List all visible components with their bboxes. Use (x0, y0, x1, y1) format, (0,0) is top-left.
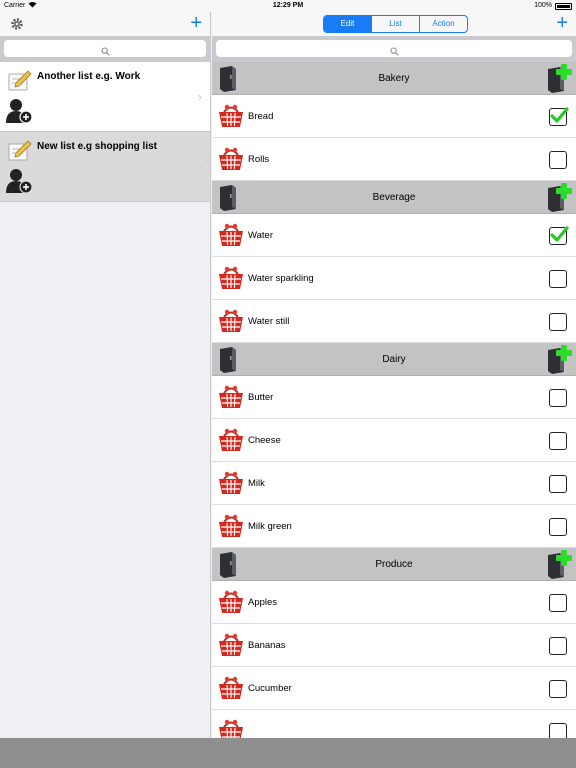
mode-segmented-control: Edit List Action (323, 15, 468, 33)
basket-icon (218, 222, 244, 248)
list-item[interactable]: Another list e.g. Work › (0, 62, 210, 132)
section-header: Dairy (212, 343, 576, 376)
list-item[interactable] (212, 710, 576, 738)
item-checkbox[interactable] (549, 107, 569, 126)
item-checkbox[interactable] (549, 723, 567, 738)
add-person-icon[interactable] (6, 98, 34, 124)
list-item[interactable]: Butter (212, 376, 576, 419)
list-item[interactable]: Bread (212, 95, 576, 138)
list-item[interactable]: Water still (212, 300, 576, 343)
item-name: Milk green (248, 521, 292, 532)
battery-icon (555, 3, 572, 10)
item-name: Cucumber (248, 683, 292, 694)
item-name: Rolls (248, 154, 270, 165)
basket-icon (218, 146, 244, 172)
item-name: Water sparkling (248, 273, 314, 284)
list-item[interactable]: Milk (212, 462, 576, 505)
items-list: Bakery Bread Rolls Beverage Water Water spark… (212, 62, 576, 738)
item-checkbox[interactable] (549, 680, 567, 698)
basket-icon (218, 675, 244, 701)
item-name: Milk (248, 478, 265, 489)
item-checkbox[interactable] (549, 594, 567, 612)
basket-icon (218, 589, 244, 615)
list-item[interactable]: Milk green (212, 505, 576, 548)
item-checkbox[interactable] (549, 226, 569, 245)
add-list-button[interactable]: + (190, 13, 202, 33)
segment-action[interactable]: Action (419, 16, 467, 32)
basket-icon (218, 384, 244, 410)
list-item[interactable]: Bananas (212, 624, 576, 667)
chevron-right-icon: › (198, 160, 202, 174)
list-item[interactable]: Water (212, 214, 576, 257)
add-item-button[interactable]: + (556, 13, 568, 33)
item-name: Cheese (248, 435, 281, 446)
item-checkbox[interactable] (549, 475, 567, 493)
items-search-input[interactable] (216, 40, 572, 57)
status-bar: Carrier 12:29 PM 100% (0, 0, 576, 12)
item-checkbox[interactable] (549, 518, 567, 536)
basket-icon (218, 470, 244, 496)
status-time: 12:29 PM (272, 2, 304, 9)
section-title: Beverage (372, 192, 416, 203)
basket-icon (218, 308, 244, 334)
list-item[interactable]: Water sparkling (212, 257, 576, 300)
add-person-icon[interactable] (6, 168, 34, 194)
item-name: Butter (248, 392, 274, 403)
section-header: Produce (212, 548, 576, 581)
basket-icon (218, 513, 244, 539)
cabinet-add-icon[interactable] (546, 550, 572, 580)
segment-list[interactable]: List (371, 16, 419, 32)
item-name: Apples (248, 597, 278, 608)
list-item[interactable]: Cheese (212, 419, 576, 462)
items-panel: Edit List Action + Bakery Bread Rolls Bever… (212, 12, 576, 738)
item-checkbox[interactable] (549, 151, 567, 169)
item-name: Bread (248, 111, 274, 122)
list-item[interactable]: New list e.g shopping list › (0, 132, 210, 202)
chevron-right-icon: › (198, 90, 202, 104)
cabinet-add-icon[interactable] (546, 183, 572, 213)
item-checkbox[interactable] (549, 313, 567, 331)
section-header: Beverage (212, 181, 576, 214)
section-header: Bakery (212, 62, 576, 95)
items-nav-bar: Edit List Action + (212, 12, 576, 36)
lists-search-input[interactable] (4, 40, 206, 57)
items-search-bar (212, 36, 576, 62)
search-icon (390, 43, 399, 56)
basket-icon (218, 103, 244, 129)
list-item[interactable]: Apples (212, 581, 576, 624)
lists-panel: + Another list e.g. Work › New list e.g … (0, 12, 211, 738)
section-title: Dairy (382, 354, 406, 365)
notepad-icon (8, 70, 32, 92)
segment-edit[interactable]: Edit (324, 16, 371, 32)
section-title: Produce (375, 559, 413, 570)
basket-icon (218, 718, 244, 738)
basket-icon (218, 265, 244, 291)
item-checkbox[interactable] (549, 389, 567, 407)
item-name: Water (248, 230, 273, 241)
search-icon (101, 43, 110, 56)
battery-percent: 100% (534, 2, 552, 9)
gear-icon[interactable] (10, 17, 24, 31)
item-checkbox[interactable] (549, 432, 567, 450)
list-title: New list e.g shopping list (37, 141, 158, 152)
item-checkbox[interactable] (549, 270, 567, 288)
section-title: Bakery (378, 73, 410, 84)
cabinet-add-icon[interactable] (546, 345, 572, 375)
basket-icon (218, 632, 244, 658)
list-item[interactable]: Rolls (212, 138, 576, 181)
bottom-toolbar (0, 738, 576, 768)
list-item[interactable]: Cucumber (212, 667, 576, 710)
item-checkbox[interactable] (549, 637, 567, 655)
lists-search-bar (0, 36, 210, 62)
cabinet-add-icon[interactable] (546, 64, 572, 94)
basket-icon (218, 427, 244, 453)
list-title: Another list e.g. Work (37, 71, 141, 82)
notepad-icon (8, 140, 32, 162)
item-name: Water still (248, 316, 290, 327)
lists-nav-bar: + (0, 12, 210, 36)
item-name: Bananas (248, 640, 286, 651)
